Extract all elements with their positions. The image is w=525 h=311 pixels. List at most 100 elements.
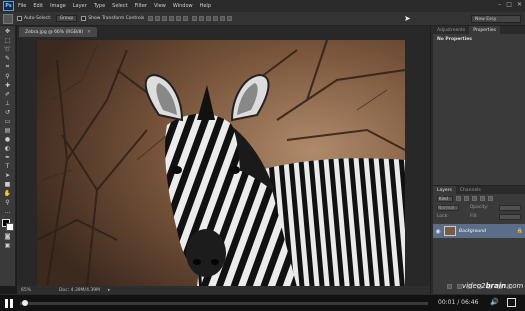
eraser-tool-icon[interactable]: ▭	[3, 117, 13, 125]
lasso-tool-icon[interactable]: ➰	[3, 45, 13, 53]
doc-size: Doc: 4.39M/4.39M	[59, 287, 100, 293]
distribute-hcenter-icon[interactable]	[220, 16, 226, 21]
link-layers-icon[interactable]	[446, 284, 452, 289]
filter-shape-icon[interactable]	[480, 196, 485, 201]
tab-close-icon[interactable]: ✕	[87, 30, 91, 35]
workspace-dropdown[interactable]: New Essy	[471, 15, 521, 23]
blend-mode-dropdown[interactable]: Normal	[437, 204, 459, 211]
pause-bar-icon	[10, 299, 13, 308]
visibility-eye-icon[interactable]: ◉	[435, 228, 441, 235]
menu-select[interactable]: Select	[112, 3, 127, 9]
crop-tool-icon[interactable]: ⌗	[3, 63, 13, 71]
quick-select-tool-icon[interactable]: ✎	[3, 54, 13, 62]
filter-adjustment-icon[interactable]	[464, 196, 469, 201]
quick-mask-icon[interactable]: ◙	[3, 232, 13, 240]
options-bar: Auto-Select: Group Show Transform Contro…	[0, 12, 525, 26]
history-brush-tool-icon[interactable]: ↺	[3, 108, 13, 116]
pause-button[interactable]	[5, 299, 13, 308]
menu-edit[interactable]: Edit	[33, 3, 43, 9]
align-left-icon[interactable]	[169, 16, 175, 21]
distribute-left-icon[interactable]	[213, 16, 219, 21]
shape-tool-icon[interactable]: ■	[3, 180, 13, 188]
path-selection-tool-icon[interactable]: ➤	[3, 171, 13, 179]
menu-image[interactable]: Image	[50, 3, 66, 9]
minimize-icon[interactable]: –	[498, 1, 501, 8]
video-player-bar: 00:01 / 06:46 🔊	[0, 294, 525, 311]
marquee-tool-icon[interactable]: ⬚	[3, 36, 13, 44]
fullscreen-icon[interactable]	[507, 298, 516, 307]
tab-adjustments[interactable]: Adjustments	[433, 26, 469, 34]
document-tab-title: Zebra.jpg @ 66% (RGB/8)	[25, 29, 84, 35]
menu-help[interactable]: Help	[200, 3, 211, 9]
distribute-right-icon[interactable]	[227, 16, 233, 21]
maximize-icon[interactable]: □	[506, 1, 512, 8]
filter-type-icon[interactable]	[472, 196, 477, 201]
layer-kind-dropdown[interactable]: Kind	[437, 195, 453, 202]
progress-track[interactable]	[20, 302, 428, 305]
layers-panel: Layers Channels Kind Normal Opacity: Loc…	[433, 186, 525, 294]
color-swatches[interactable]	[1, 219, 14, 231]
move-tool-icon[interactable]: ✥	[3, 27, 13, 35]
properties-panel: No Properties	[433, 34, 525, 186]
menu-bar: Ps File Edit Image Layer Type Select Fil…	[0, 0, 525, 12]
gradient-tool-icon[interactable]: ▤	[3, 126, 13, 134]
pen-tool-icon[interactable]: ✒	[3, 153, 13, 161]
image-canvas[interactable]	[37, 40, 405, 287]
document-tab[interactable]: Zebra.jpg @ 66% (RGB/8) ✕	[19, 27, 97, 37]
background-color-swatch[interactable]	[5, 223, 14, 231]
layer-style-icon[interactable]	[456, 284, 462, 289]
distribute-bottom-icon[interactable]	[206, 16, 212, 21]
auto-select-checkbox[interactable]: Auto-Select:	[17, 16, 52, 21]
menu-file[interactable]: File	[18, 3, 26, 9]
fill-field[interactable]	[499, 213, 521, 220]
menu-filter[interactable]: Filter	[135, 3, 147, 9]
move-tool-preset-icon[interactable]	[3, 13, 13, 24]
align-vcenter-icon[interactable]	[155, 16, 161, 21]
tab-layers[interactable]: Layers	[433, 186, 456, 194]
opacity-field[interactable]	[499, 204, 521, 211]
tab-channels[interactable]: Channels	[456, 186, 485, 194]
align-hcenter-icon[interactable]	[176, 16, 182, 21]
layer-filter-row: Kind	[433, 194, 525, 203]
close-icon[interactable]: ✕	[517, 1, 522, 8]
status-arrow-icon[interactable]: ▸	[108, 288, 110, 293]
type-tool-icon[interactable]: T	[3, 162, 13, 170]
zoom-level[interactable]: 65%	[21, 288, 31, 293]
auto-select-label: Auto-Select:	[24, 16, 52, 21]
hand-tool-icon[interactable]: ✋	[3, 189, 13, 197]
align-bottom-icon[interactable]	[162, 16, 168, 21]
layer-background[interactable]: ◉ Background 🔒	[433, 224, 525, 238]
eyedropper-tool-icon[interactable]: ⚲	[3, 72, 13, 80]
fill-label: Fill:	[470, 214, 478, 219]
align-right-icon[interactable]	[183, 16, 189, 21]
extras-icon[interactable]: …	[3, 207, 13, 215]
dodge-tool-icon[interactable]: ◐	[3, 144, 13, 152]
align-top-icon[interactable]	[148, 16, 154, 21]
no-properties-message: No Properties	[437, 37, 472, 42]
volume-icon[interactable]: 🔊	[490, 298, 499, 306]
filter-smart-object-icon[interactable]	[488, 196, 493, 201]
tools-panel: ✥ ⬚ ➰ ✎ ⌗ ⚲ ✚ ✐ ⊥ ↺ ▭ ▤ ● ◐ ✒ T ➤ ■ ✋ ⚲ …	[0, 26, 16, 286]
progress-knob[interactable]	[22, 300, 28, 306]
show-transform-checkbox[interactable]: Show Transform Controls	[81, 16, 144, 21]
brush-tool-icon[interactable]: ✐	[3, 90, 13, 98]
menu-layer[interactable]: Layer	[73, 3, 87, 9]
screen-mode-icon[interactable]: ▣	[3, 241, 13, 249]
distribute-top-icon[interactable]	[192, 16, 198, 21]
watermark-post: .com	[506, 282, 524, 290]
lock-icon: 🔒	[516, 228, 523, 234]
photoshop-logo: Ps	[3, 1, 14, 11]
blur-tool-icon[interactable]: ●	[3, 135, 13, 143]
clone-stamp-tool-icon[interactable]: ⊥	[3, 99, 13, 107]
align-buttons	[148, 16, 189, 21]
menu-window[interactable]: Window	[173, 3, 193, 9]
show-transform-label: Show Transform Controls	[88, 16, 145, 21]
menu-view[interactable]: View	[154, 3, 166, 9]
zoom-tool-icon[interactable]: ⚲	[3, 198, 13, 206]
menu-type[interactable]: Type	[94, 3, 105, 9]
tab-properties[interactable]: Properties	[469, 26, 500, 34]
auto-select-dropdown[interactable]: Group	[55, 15, 78, 22]
distribute-vcenter-icon[interactable]	[199, 16, 205, 21]
healing-brush-tool-icon[interactable]: ✚	[3, 81, 13, 89]
filter-pixel-icon[interactable]	[456, 196, 461, 201]
